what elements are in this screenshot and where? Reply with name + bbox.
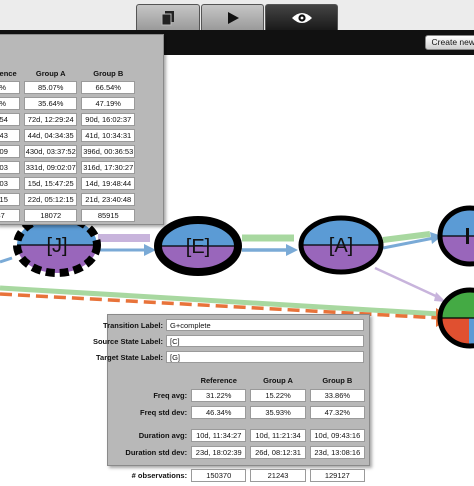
table-row: Freq avg: 31.22% 15.22% 33.86% [116, 389, 365, 402]
state-stats-table: Reference Group A Group B 15% 85.07% 66.… [0, 65, 139, 225]
table-row: 47:43 44d, 04:34:35 41d, 10:34:31 [0, 129, 135, 142]
table-row: 59:09 430d, 03:37:52 396d, 00:36:53 [0, 145, 135, 158]
target-state-label: Target State Label: [96, 353, 163, 362]
table-cell: 59:09 [0, 145, 20, 158]
table-row: 27:15 22d, 05:12:15 21d, 23:40:48 [0, 193, 135, 206]
row-label: Freq avg: [153, 391, 188, 400]
node-e-label: [E] [186, 236, 210, 258]
table-cell: 17:03 [0, 161, 20, 174]
table-cell: 47.32% [309, 406, 365, 419]
table-cell: 18072 [24, 209, 78, 222]
table-cell: 47.19% [81, 97, 135, 110]
table-cell: 90d, 16:02:37 [81, 113, 135, 126]
col-header-group-b: Group B [322, 375, 353, 385]
table-cell: 10d, 09:43:16 [309, 429, 365, 442]
table-cell: 22d, 05:12:15 [24, 193, 78, 206]
table-cell: 396d, 00:36:53 [81, 145, 135, 158]
source-state-row: Source State Label: [C] [93, 335, 371, 348]
col-header-reference: Reference [0, 68, 17, 78]
table-row: 19% 35.64% 47.19% [0, 97, 135, 110]
table-cell: 15d, 15:47:25 [24, 177, 78, 190]
table-row: 15% 85.07% 66.54% [0, 81, 135, 94]
table-cell: 19% [0, 97, 20, 110]
table-cell: 10d, 11:21:34 [250, 429, 306, 442]
row-label: Duration std dev: [125, 448, 188, 457]
node-right-bottom[interactable] [437, 287, 474, 350]
table-cell: 17:03 [0, 177, 20, 190]
table-cell: 15% [0, 81, 20, 94]
table-cell: 15.22% [250, 389, 306, 402]
target-state-row: Target State Label: [G] [96, 351, 371, 364]
transition-label-field[interactable]: G+complete [166, 319, 364, 331]
table-row: # observations: 150370 21243 129127 [116, 469, 365, 482]
source-state-label: Source State Label: [92, 337, 163, 346]
table-row: 17:03 15d, 15:47:25 14d, 19:48:44 [0, 177, 135, 190]
row-label: Freq std dev: [140, 408, 188, 417]
table-cell: 35.64% [24, 97, 78, 110]
node-e[interactable]: [E] [150, 215, 250, 278]
transition-label-row: Transition Label: G+complete [103, 319, 371, 332]
node-a[interactable]: [A] [295, 215, 395, 278]
target-state-field[interactable]: [G] [166, 351, 364, 363]
edge-left-in [0, 256, 13, 264]
table-cell: 41d, 10:34:31 [81, 129, 135, 142]
table-cell: 27:15 [0, 193, 20, 206]
table-cell: 72d, 12:29:24 [24, 113, 78, 126]
node-right-top[interactable] [437, 205, 474, 268]
table-cell: 987 [0, 209, 20, 222]
table-cell: 47:43 [0, 129, 20, 142]
table-cell: 10d, 11:34:27 [191, 429, 247, 442]
table-cell: 26d, 08:12:31 [250, 446, 306, 459]
col-header-reference: Reference [200, 375, 237, 385]
row-label: # observations: [131, 471, 188, 480]
table-cell: 44d, 04:34:35 [24, 129, 78, 142]
edge-green-long [0, 285, 441, 317]
node-j-label: [J] [46, 235, 67, 257]
table-row: 20:54 72d, 12:29:24 90d, 16:02:37 [0, 113, 135, 126]
table-cell: 35.93% [250, 406, 306, 419]
table-cell: 316d, 17:30:27 [81, 161, 135, 174]
table-row: 17:03 331d, 09:02:07 316d, 17:30:27 [0, 161, 135, 174]
table-cell: 85.07% [24, 81, 78, 94]
table-cell: 66.54% [81, 81, 135, 94]
table-cell: 33.86% [309, 389, 365, 402]
table-cell: 23d, 18:02:39 [191, 446, 247, 459]
table-row: Duration std dev: 23d, 18:02:39 26d, 08:… [116, 446, 365, 459]
source-state-field[interactable]: [C] [166, 335, 364, 347]
table-cell: 31.22% [191, 389, 247, 402]
node-a-label: [A] [329, 235, 353, 257]
state-stats-panel[interactable]: Reference Group A Group B 15% 85.07% 66.… [0, 34, 164, 225]
col-header-group-a: Group A [263, 375, 293, 385]
table-cell: 150370 [191, 469, 247, 482]
table-cell: 430d, 03:37:52 [24, 145, 78, 158]
transition-stats-table: Reference Group A Group B Freq avg: 31.2… [112, 371, 369, 486]
transition-label-label: Transition Label: [102, 321, 163, 330]
table-cell: 129127 [309, 469, 365, 482]
table-cell: 21d, 23:40:48 [81, 193, 135, 206]
table-row: 987 18072 85915 [0, 209, 135, 222]
col-header-group-b: Group B [93, 68, 124, 78]
table-cell: 331d, 09:02:07 [24, 161, 78, 174]
table-cell: 46.34% [191, 406, 247, 419]
col-header-group-a: Group A [35, 68, 66, 78]
table-row: Freq std dev: 46.34% 35.93% 47.32% [116, 406, 365, 419]
table-row: Duration avg: 10d, 11:34:27 10d, 11:21:3… [116, 429, 365, 442]
table-cell: 14d, 19:48:44 [81, 177, 135, 190]
table-cell: 23d, 13:08:16 [309, 446, 365, 459]
table-cell: 85915 [81, 209, 135, 222]
table-cell: 20:54 [0, 113, 20, 126]
edge-a-down-lavender [374, 266, 441, 300]
transition-stats-panel[interactable]: Transition Label: G+complete Source Stat… [93, 314, 371, 482]
table-cell: 21243 [250, 469, 306, 482]
row-label: Duration avg: [138, 431, 188, 440]
